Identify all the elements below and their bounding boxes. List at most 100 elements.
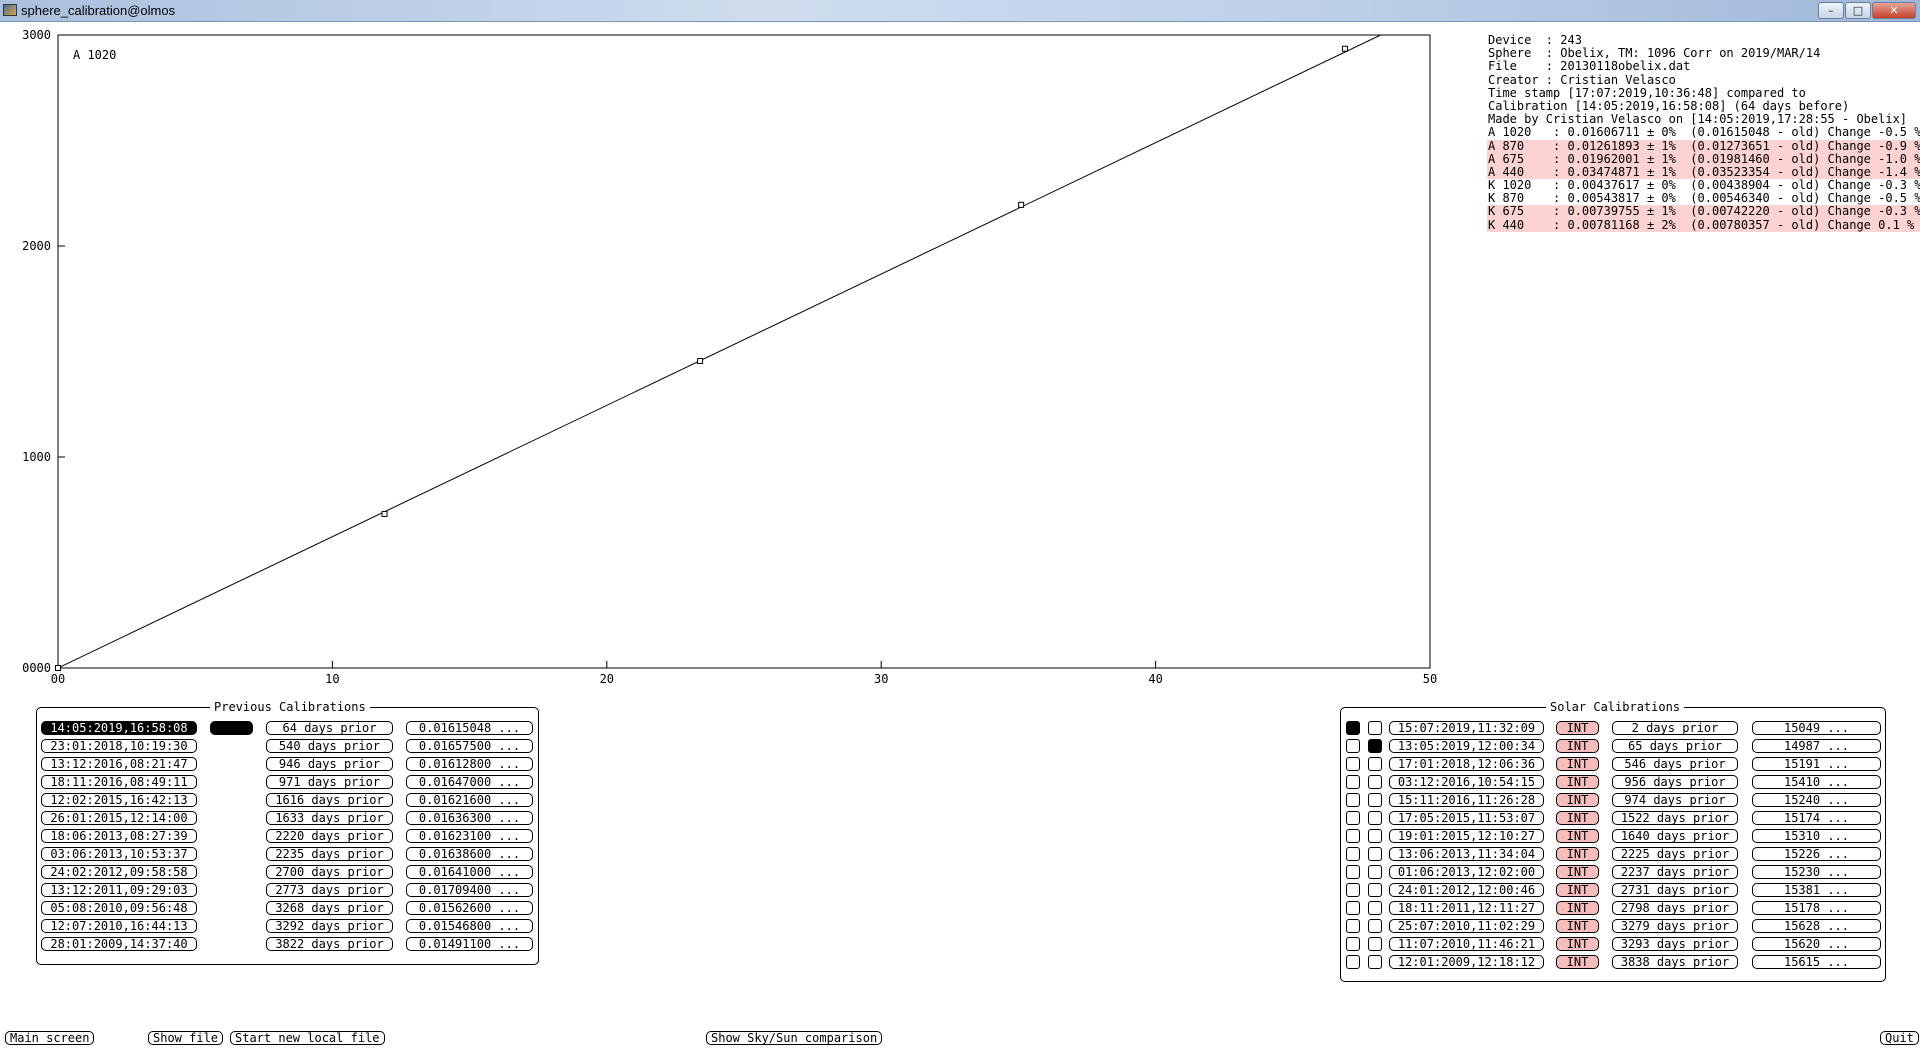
solar-cal-checkbox-b[interactable] <box>1368 775 1382 789</box>
solar-cal-value[interactable]: 15410 ... <box>1752 775 1881 789</box>
solar-cal-date[interactable]: 18:11:2011,12:11:27 <box>1389 901 1544 915</box>
solar-cal-int-badge[interactable]: INT <box>1556 829 1599 843</box>
solar-cal-checkbox-a[interactable] <box>1346 919 1360 933</box>
solar-cal-date[interactable]: 25:07:2010,11:02:29 <box>1389 919 1544 933</box>
solar-cal-value[interactable]: 14987 ... <box>1752 739 1881 753</box>
solar-cal-checkbox-a[interactable] <box>1346 937 1360 951</box>
solar-cal-checkbox-b[interactable] <box>1368 757 1382 771</box>
solar-cal-checkbox-b[interactable] <box>1368 847 1382 861</box>
solar-cal-int-badge[interactable]: INT <box>1556 739 1599 753</box>
solar-cal-checkbox-b[interactable] <box>1368 883 1382 897</box>
prev-cal-date[interactable]: 13:12:2011,09:29:03 <box>41 883 197 897</box>
solar-cal-checkbox-b[interactable] <box>1368 955 1382 969</box>
solar-cal-checkbox-a[interactable] <box>1346 739 1360 753</box>
solar-cal-date[interactable]: 12:01:2009,12:18:12 <box>1389 955 1544 969</box>
solar-cal-date[interactable]: 11:07:2010,11:46:21 <box>1389 937 1544 951</box>
prev-cal-value[interactable]: 0.01638600 ... <box>406 847 533 861</box>
solar-cal-date[interactable]: 13:06:2013,11:34:04 <box>1389 847 1544 861</box>
solar-cal-checkbox-a[interactable] <box>1346 721 1360 735</box>
solar-cal-int-badge[interactable]: INT <box>1556 865 1599 879</box>
solar-cal-checkbox-a[interactable] <box>1346 955 1360 969</box>
solar-cal-value[interactable]: 15628 ... <box>1752 919 1881 933</box>
prev-cal-value[interactable]: 0.01546800 ... <box>406 919 533 933</box>
main-screen-button[interactable]: Main screen <box>5 1031 95 1045</box>
solar-cal-date[interactable]: 17:01:2018,12:06:36 <box>1389 757 1544 771</box>
solar-cal-checkbox-a[interactable] <box>1346 847 1360 861</box>
solar-cal-value[interactable]: 15240 ... <box>1752 793 1881 807</box>
solar-cal-checkbox-a[interactable] <box>1346 793 1360 807</box>
start-new-local-file-button[interactable]: Start new local file <box>230 1031 385 1045</box>
solar-cal-checkbox-b[interactable] <box>1368 937 1382 951</box>
prev-cal-value[interactable]: 0.01623100 ... <box>406 829 533 843</box>
solar-cal-int-badge[interactable]: INT <box>1556 883 1599 897</box>
solar-cal-value[interactable]: 15230 ... <box>1752 865 1881 879</box>
solar-cal-checkbox-b[interactable] <box>1368 739 1382 753</box>
solar-cal-int-badge[interactable]: INT <box>1556 901 1599 915</box>
prev-cal-date[interactable]: 12:02:2015,16:42:13 <box>41 793 197 807</box>
prev-cal-value[interactable]: 0.01621600 ... <box>406 793 533 807</box>
prev-cal-date[interactable]: 05:08:2010,09:56:48 <box>41 901 197 915</box>
show-sky-sun-comparison-button[interactable]: Show Sky/Sun comparison <box>706 1031 883 1045</box>
prev-cal-value[interactable]: 0.01615048 ... <box>406 721 533 735</box>
prev-cal-value[interactable]: 0.01647000 ... <box>406 775 533 789</box>
solar-cal-value[interactable]: 15620 ... <box>1752 937 1881 951</box>
prev-cal-value[interactable]: 0.01709400 ... <box>406 883 533 897</box>
prev-cal-date[interactable]: 14:05:2019,16:58:08 <box>41 721 197 735</box>
solar-cal-date[interactable]: 24:01:2012,12:00:46 <box>1389 883 1544 897</box>
solar-cal-checkbox-a[interactable] <box>1346 829 1360 843</box>
solar-cal-checkbox-a[interactable] <box>1346 811 1360 825</box>
solar-cal-date[interactable]: 17:05:2015,11:53:07 <box>1389 811 1544 825</box>
solar-cal-int-badge[interactable]: INT <box>1556 793 1599 807</box>
solar-cal-checkbox-a[interactable] <box>1346 865 1360 879</box>
solar-cal-checkbox-b[interactable] <box>1368 721 1382 735</box>
solar-cal-checkbox-b[interactable] <box>1368 829 1382 843</box>
prev-cal-value[interactable]: 0.01562600 ... <box>406 901 533 915</box>
minimize-icon[interactable]: – <box>1818 2 1844 19</box>
solar-cal-int-badge[interactable]: INT <box>1556 919 1599 933</box>
solar-cal-checkbox-a[interactable] <box>1346 775 1360 789</box>
solar-cal-date[interactable]: 19:01:2015,12:10:27 <box>1389 829 1544 843</box>
show-file-button[interactable]: Show file <box>148 1031 224 1045</box>
solar-cal-value[interactable]: 15049 ... <box>1752 721 1881 735</box>
prev-cal-value[interactable]: 0.01612800 ... <box>406 757 533 771</box>
solar-cal-value[interactable]: 15381 ... <box>1752 883 1881 897</box>
close-icon[interactable]: ✕ <box>1872 2 1916 19</box>
solar-cal-int-badge[interactable]: INT <box>1556 955 1599 969</box>
solar-cal-checkbox-b[interactable] <box>1368 811 1382 825</box>
solar-cal-value[interactable]: 15615 ... <box>1752 955 1881 969</box>
solar-cal-int-badge[interactable]: INT <box>1556 721 1599 735</box>
solar-cal-value[interactable]: 15191 ... <box>1752 757 1881 771</box>
solar-cal-int-badge[interactable]: INT <box>1556 757 1599 771</box>
prev-cal-date[interactable]: 18:11:2016,08:49:11 <box>41 775 197 789</box>
prev-cal-date[interactable]: 28:01:2009,14:37:40 <box>41 937 197 951</box>
solar-cal-date[interactable]: 03:12:2016,10:54:15 <box>1389 775 1544 789</box>
prev-cal-date[interactable]: 03:06:2013,10:53:37 <box>41 847 197 861</box>
prev-cal-date[interactable]: 23:01:2018,10:19:30 <box>41 739 197 753</box>
prev-cal-value[interactable]: 0.01641000 ... <box>406 865 533 879</box>
solar-cal-date[interactable]: 15:11:2016,11:26:28 <box>1389 793 1544 807</box>
solar-cal-checkbox-b[interactable] <box>1368 865 1382 879</box>
quit-button[interactable]: Quit <box>1880 1031 1919 1045</box>
prev-cal-value[interactable]: 0.01491100 ... <box>406 937 533 951</box>
solar-cal-checkbox-a[interactable] <box>1346 883 1360 897</box>
solar-cal-checkbox-a[interactable] <box>1346 757 1360 771</box>
solar-cal-int-badge[interactable]: INT <box>1556 775 1599 789</box>
prev-cal-date[interactable]: 26:01:2015,12:14:00 <box>41 811 197 825</box>
solar-cal-date[interactable]: 15:07:2019,11:32:09 <box>1389 721 1544 735</box>
solar-cal-checkbox-b[interactable] <box>1368 793 1382 807</box>
solar-cal-date[interactable]: 13:05:2019,12:00:34 <box>1389 739 1544 753</box>
solar-cal-int-badge[interactable]: INT <box>1556 847 1599 861</box>
solar-cal-value[interactable]: 15226 ... <box>1752 847 1881 861</box>
prev-cal-date[interactable]: 18:06:2013,08:27:39 <box>41 829 197 843</box>
solar-cal-checkbox-a[interactable] <box>1346 901 1360 915</box>
solar-cal-checkbox-b[interactable] <box>1368 901 1382 915</box>
prev-cal-value[interactable]: 0.01636300 ... <box>406 811 533 825</box>
solar-cal-date[interactable]: 01:06:2013,12:02:00 <box>1389 865 1544 879</box>
prev-cal-date[interactable]: 24:02:2012,09:58:58 <box>41 865 197 879</box>
solar-cal-value[interactable]: 15178 ... <box>1752 901 1881 915</box>
solar-cal-int-badge[interactable]: INT <box>1556 937 1599 951</box>
solar-cal-value[interactable]: 15310 ... <box>1752 829 1881 843</box>
solar-cal-value[interactable]: 15174 ... <box>1752 811 1881 825</box>
prev-cal-value[interactable]: 0.01657500 ... <box>406 739 533 753</box>
prev-cal-date[interactable]: 13:12:2016,08:21:47 <box>41 757 197 771</box>
